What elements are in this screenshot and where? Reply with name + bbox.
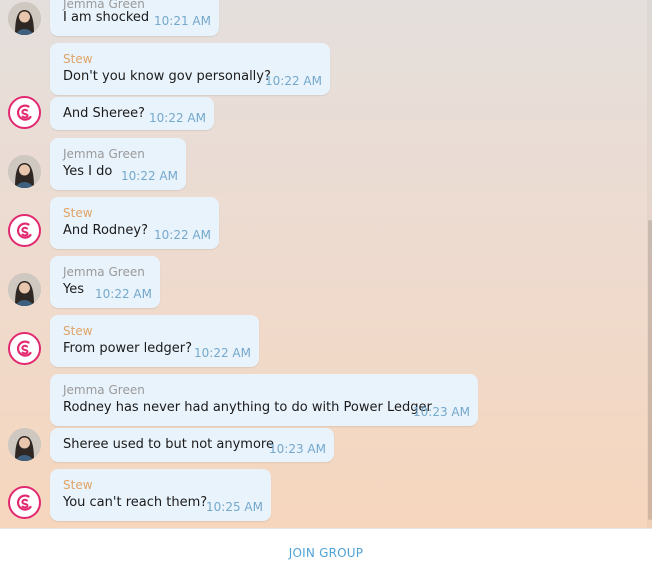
jemma-green-avatar[interactable] xyxy=(8,428,41,461)
message-bubble[interactable]: Stew Don't you know gov personally? 10:2… xyxy=(50,43,330,95)
message-bubble[interactable]: Stew You can't reach them? 10:25 AM xyxy=(50,469,271,521)
message-time: 10:22 AM xyxy=(121,169,178,183)
message-text: Yes I do xyxy=(63,164,113,179)
message-text: You can't reach them? xyxy=(63,495,208,510)
message-time: 10:22 AM xyxy=(194,346,251,360)
message-text: From power ledger? xyxy=(63,341,193,356)
stew-avatar[interactable] xyxy=(8,214,41,247)
jemma-green-avatar[interactable] xyxy=(8,273,41,306)
message-sender[interactable]: Jemma Green xyxy=(63,147,145,161)
join-group-button[interactable]: JOIN GROUP xyxy=(0,546,652,560)
message-sender[interactable]: Jemma Green xyxy=(63,383,145,397)
jemma-green-avatar[interactable] xyxy=(8,2,41,35)
message-time: 10:21 AM xyxy=(154,14,211,28)
message-time: 10:23 AM xyxy=(269,442,326,456)
message-bubble[interactable]: Jemma Green Yes 10:22 AM xyxy=(50,256,160,308)
chat-history[interactable]: Jemma Green I am shocked 10:21 AM Stew D… xyxy=(0,0,652,528)
message-bubble[interactable]: Jemma Green Yes I do 10:22 AM xyxy=(50,138,186,190)
message-text: Yes xyxy=(63,282,84,297)
message-time: 10:23 AM xyxy=(413,405,470,419)
stew-logo-icon xyxy=(16,494,32,511)
message-time: 10:22 AM xyxy=(154,228,211,242)
message-bubble[interactable]: Stew From power ledger? 10:22 AM xyxy=(50,315,259,367)
message-bubble[interactable]: And Sheree? 10:22 AM xyxy=(50,97,214,130)
scrollbar-thumb[interactable] xyxy=(648,220,652,520)
message-bubble[interactable]: Jemma Green I am shocked 10:21 AM xyxy=(50,0,219,36)
stew-avatar[interactable] xyxy=(8,486,41,519)
message-sender[interactable]: Stew xyxy=(63,206,93,220)
message-text: I am shocked xyxy=(63,10,150,25)
stew-avatar[interactable] xyxy=(8,96,41,129)
message-text: Sheree used to but not anymore xyxy=(63,437,274,452)
message-text: Rodney has never had anything to do with… xyxy=(63,400,432,415)
message-text: And Sheree? xyxy=(63,106,145,121)
message-text: And Rodney? xyxy=(63,223,149,238)
message-bubble[interactable]: Jemma Green Rodney has never had anythin… xyxy=(50,374,478,426)
message-bubble[interactable]: Stew And Rodney? 10:22 AM xyxy=(50,197,219,249)
stew-logo-icon xyxy=(16,340,32,357)
message-time: 10:22 AM xyxy=(95,287,152,301)
message-time: 10:22 AM xyxy=(265,74,322,88)
chat-scrollbar[interactable] xyxy=(647,0,652,528)
message-sender[interactable]: Jemma Green xyxy=(63,265,145,279)
message-sender[interactable]: Stew xyxy=(63,52,93,66)
stew-logo-icon xyxy=(16,222,32,239)
jemma-green-avatar[interactable] xyxy=(8,155,41,188)
message-sender[interactable]: Stew xyxy=(63,324,93,338)
footer-bar: JOIN GROUP xyxy=(0,528,652,564)
stew-avatar[interactable] xyxy=(8,332,41,365)
message-text: Don't you know gov personally? xyxy=(63,69,271,84)
message-sender[interactable]: Stew xyxy=(63,478,93,492)
stew-logo-icon xyxy=(16,104,32,121)
message-time: 10:25 AM xyxy=(206,500,263,514)
message-bubble[interactable]: Sheree used to but not anymore 10:23 AM xyxy=(50,428,334,462)
message-time: 10:22 AM xyxy=(149,111,206,125)
